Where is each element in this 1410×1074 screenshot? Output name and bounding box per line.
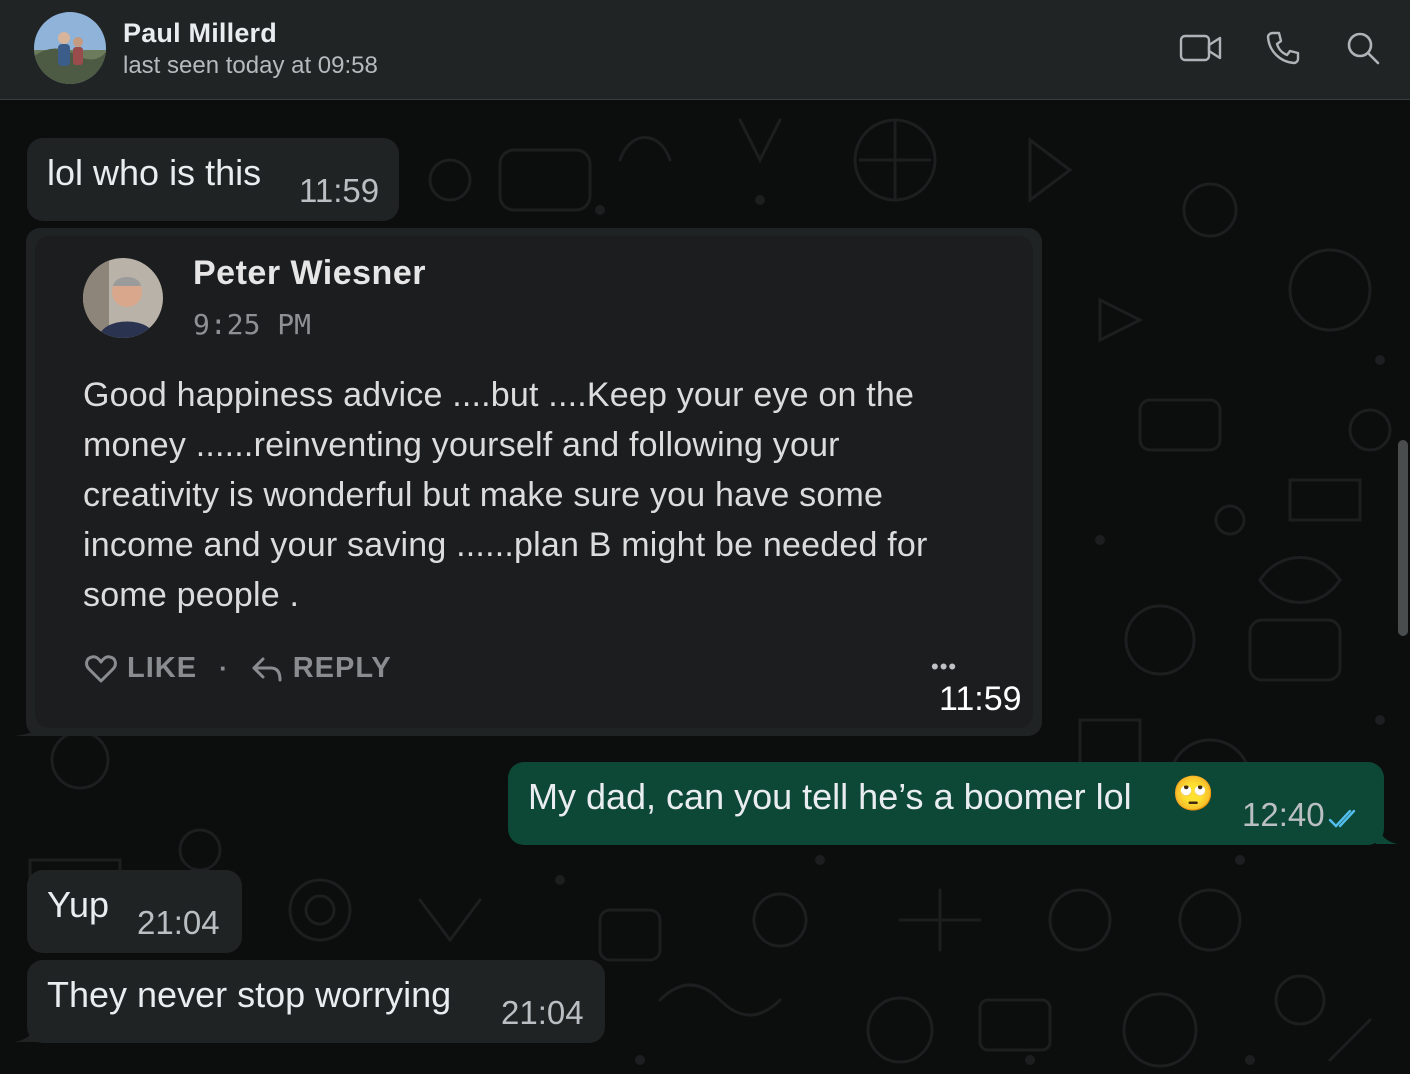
contact-avatar[interactable]	[34, 12, 106, 84]
post-body: Good happiness advice ....but ....Keep y…	[83, 370, 983, 620]
post-body-line: Good happiness advice ....but ....Keep y…	[83, 376, 915, 414]
bubble-tail	[14, 1018, 38, 1042]
message-time: 21:04	[501, 994, 584, 1031]
message-time: 11:59	[939, 680, 1022, 718]
bubble-tail	[1376, 820, 1398, 844]
message-text: lol who is this	[47, 152, 262, 193]
voice-call-icon[interactable]	[1260, 28, 1306, 68]
post-author-name[interactable]: Peter Wiesner	[193, 254, 426, 293]
message-text: My dad, can you tell he’s a boomer lol	[528, 776, 1132, 817]
reply-label: REPLY	[292, 652, 392, 684]
heart-icon	[85, 654, 117, 682]
message-bubble-incoming[interactable]: lol who is this 11:59	[27, 138, 399, 221]
message-time: 12:40	[1242, 796, 1325, 833]
shared-post-card[interactable]: Peter Wiesner 9:25 PM Good happiness adv…	[35, 236, 1033, 728]
message-text: They never stop worrying	[47, 974, 452, 1015]
video-call-icon[interactable]	[1178, 28, 1224, 68]
post-actions: LIKE · REPLY	[85, 652, 392, 685]
like-button[interactable]: LIKE	[85, 652, 197, 685]
contact-name[interactable]: Paul Millerd	[123, 18, 277, 49]
chat-header: Paul Millerd last seen today at 09:58	[0, 0, 1410, 100]
chat-window: Paul Millerd last seen today at 09:58 lo…	[0, 0, 1410, 1074]
read-receipt-icon	[1328, 809, 1356, 828]
face-with-rolling-eyes-emoji: 🙄	[1172, 775, 1215, 813]
post-body-line: money ......reinventing yourself and fol…	[83, 426, 840, 464]
like-label: LIKE	[127, 652, 198, 684]
message-text: Yup	[47, 884, 110, 925]
message-bubble-outgoing[interactable]: My dad, can you tell he’s a boomer lol 🙄…	[508, 762, 1384, 845]
post-timestamp: 9:25 PM	[193, 308, 312, 341]
reply-icon	[252, 657, 282, 681]
message-time: 21:04	[137, 904, 220, 941]
post-body-line: income and your saving ......plan B migh…	[83, 526, 928, 564]
search-icon[interactable]	[1340, 28, 1386, 68]
post-body-line: some people .	[83, 576, 300, 614]
last-seen-status: last seen today at 09:58	[123, 52, 378, 79]
post-body-line: creativity is wonderful but make sure yo…	[83, 476, 884, 514]
scrollbar-thumb[interactable]	[1398, 440, 1408, 636]
more-options-icon[interactable]: •••	[931, 654, 957, 680]
message-bubble-incoming[interactable]: They never stop worrying 21:04	[27, 960, 605, 1043]
reply-button[interactable]: REPLY	[251, 652, 392, 685]
action-separator: ·	[219, 653, 229, 683]
message-bubble-incoming[interactable]: Yup 21:04	[27, 870, 242, 953]
message-time: 11:59	[299, 172, 380, 209]
post-author-avatar[interactable]	[83, 258, 163, 338]
